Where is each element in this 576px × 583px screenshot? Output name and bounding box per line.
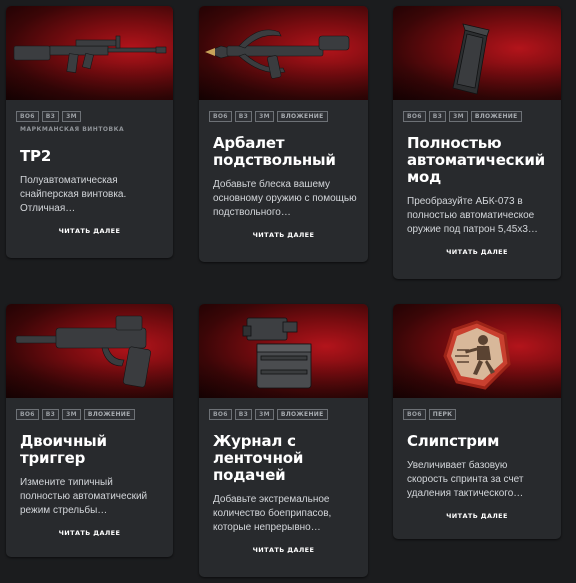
running-soldier-icon (443, 320, 511, 390)
card-image (199, 6, 368, 100)
rifle-icon (13, 35, 167, 73)
card-description: Добавьте блеска вашему основному оружию … (213, 179, 357, 218)
tag-badge: 3M (449, 111, 468, 122)
tag-badge: ВЛОЖЕНИЕ (470, 111, 522, 122)
tag-list: BO6 ПЕРК (403, 409, 561, 420)
magazine-icon (452, 23, 490, 95)
card-title: Слипстрим (407, 432, 500, 450)
tag-badge: BO6 (209, 111, 232, 122)
card-description: Добавьте экстремальное количество боепри… (213, 494, 332, 533)
tag-badge: BO6 (16, 409, 39, 420)
card-binary-trigger[interactable]: BO6 B3 3M ВЛОЖЕНИЕ Двоичный триггер Изме… (6, 304, 173, 557)
crossbow-icon (205, 29, 350, 79)
tag-badge: BO6 (403, 409, 426, 420)
card-slipstream[interactable]: BO6 ПЕРК Слипстрим Увеличивает базовую с… (393, 304, 561, 539)
card-image (6, 6, 173, 100)
read-more-link[interactable]: ЧИТАТЬ ДАЛЕЕ (6, 227, 173, 235)
read-more-link[interactable]: ЧИТАТЬ ДАЛЕЕ (6, 529, 173, 537)
tag-list: BO6 B3 3M ВЛОЖЕНИЕ (209, 409, 368, 420)
tag-list: BO6 B3 3M ВЛОЖЕНИЕ (403, 111, 561, 122)
tag-badge: B3 (234, 111, 253, 122)
tag-list: BO6 B3 3M (16, 111, 173, 122)
card-belt-fed-mag[interactable]: BO6 B3 3M ВЛОЖЕНИЕ Журнал с ленточной по… (199, 304, 368, 577)
tag-badge: 3M (255, 111, 274, 122)
tag-list: BO6 B3 3M ВЛОЖЕНИЕ (16, 409, 173, 420)
tag-list: BO6 B3 3M ВЛОЖЕНИЕ (209, 111, 368, 122)
card-image (393, 6, 561, 100)
card-underbarrel-crossbow[interactable]: BO6 B3 3M ВЛОЖЕНИЕ Арбалет подствольный … (199, 6, 368, 262)
card-title: Полностью автоматический мод (407, 134, 545, 186)
card-image (393, 304, 561, 398)
tag-badge: 3M (62, 409, 81, 420)
tag-badge: 3M (255, 409, 274, 420)
tag-badge: ВЛОЖЕНИЕ (276, 111, 328, 122)
tag-badge: B3 (428, 111, 447, 122)
tag-badge: ВЛОЖЕНИЕ (83, 409, 135, 420)
tag-badge: ВЛОЖЕНИЕ (276, 409, 328, 420)
card-title: Журнал с ленточной подачей (213, 432, 304, 484)
tag-badge: B3 (41, 409, 60, 420)
read-more-link[interactable]: ЧИТАТЬ ДАЛЕЕ (199, 231, 368, 239)
tag-badge: BO6 (16, 111, 39, 122)
card-subtitle: МАРКМАНСКАЯ ВИНТОВКА (20, 126, 125, 133)
card-title: Двоичный триггер (20, 432, 107, 467)
tag-badge: BO6 (209, 409, 232, 420)
card-image (6, 304, 173, 398)
tag-badge: B3 (234, 409, 253, 420)
tag-badge: ПЕРК (428, 409, 457, 420)
ammo-box-icon (242, 317, 312, 389)
card-tp2[interactable]: BO6 B3 3M МАРКМАНСКАЯ ВИНТОВКА TP2 Полуа… (6, 6, 173, 258)
card-description: Полуавтоматическая снайперская винтовка.… (20, 175, 127, 214)
card-full-auto-mod[interactable]: BO6 B3 3M ВЛОЖЕНИЕ Полностью автоматичес… (393, 6, 561, 279)
tag-badge: B3 (41, 111, 60, 122)
card-description: Преобразуйте АБК-073 в полностью автомат… (407, 196, 538, 235)
card-image (199, 304, 368, 398)
card-description: Увеличивает базовую скорость спринта за … (407, 460, 524, 499)
pistol-trigger-icon (15, 315, 151, 388)
card-title: TP2 (20, 147, 52, 165)
card-title: Арбалет подствольный (213, 134, 336, 169)
read-more-link[interactable]: ЧИТАТЬ ДАЛЕЕ (393, 248, 561, 256)
read-more-link[interactable]: ЧИТАТЬ ДАЛЕЕ (393, 512, 561, 520)
read-more-link[interactable]: ЧИТАТЬ ДАЛЕЕ (199, 546, 368, 554)
tag-badge: BO6 (403, 111, 426, 122)
tag-badge: 3M (62, 111, 81, 122)
card-description: Измените типичный полностью автоматическ… (20, 477, 148, 516)
